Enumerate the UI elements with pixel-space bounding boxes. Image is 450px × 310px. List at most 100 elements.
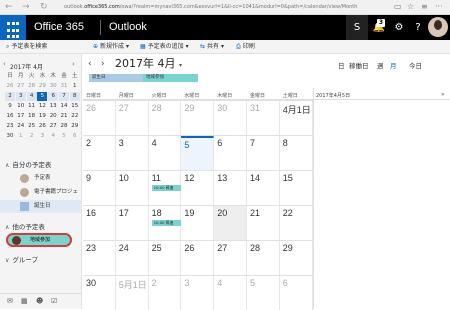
next-month-icon[interactable]: › xyxy=(101,59,105,69)
mini-day[interactable]: 7 xyxy=(58,92,69,101)
new-button[interactable]: ⊕ 新規作成 ▾ xyxy=(93,40,129,54)
mini-day[interactable]: 4 xyxy=(48,132,58,141)
mini-day[interactable]: 25 xyxy=(27,122,37,131)
day-cell[interactable]: 21 xyxy=(247,206,280,240)
allday-bar-birthday[interactable]: 誕生日 xyxy=(89,74,144,82)
mini-day[interactable]: 27 xyxy=(48,122,58,131)
skype-icon[interactable]: S xyxy=(346,15,368,40)
mini-day[interactable]: 23 xyxy=(5,122,15,131)
day-cell[interactable]: 31 xyxy=(247,101,280,135)
mini-day[interactable]: 9 xyxy=(5,102,15,111)
day-cell[interactable]: 24 xyxy=(116,241,149,275)
tasks-icon[interactable]: ☑ xyxy=(51,297,57,305)
mini-day[interactable]: 30 xyxy=(48,82,58,91)
mini-day[interactable]: 28 xyxy=(27,82,37,91)
view-week-button[interactable]: 週 xyxy=(377,60,384,70)
day-cell[interactable]: 3 xyxy=(116,136,149,170)
day-cell[interactable]: 7 xyxy=(247,136,280,170)
day-cell[interactable]: 26 xyxy=(83,101,116,135)
day-cell[interactable]: 9 xyxy=(83,171,116,205)
forward-icon[interactable]: → xyxy=(22,1,30,13)
calendar-event[interactable]: 10:00 昇進 xyxy=(151,185,181,191)
day-cell[interactable]: 3 xyxy=(181,276,215,310)
calendar-item[interactable]: 電子書籍プロジェクト xyxy=(0,186,82,208)
hub-icon[interactable]: ≡ xyxy=(421,2,428,12)
mini-day[interactable]: 27 xyxy=(16,82,26,91)
refresh-icon[interactable]: ↻ xyxy=(40,1,48,13)
groups-header[interactable]: ∨ グループ xyxy=(5,254,38,264)
day-cell[interactable]: 14 xyxy=(247,171,280,205)
app-launcher-icon[interactable] xyxy=(0,15,26,40)
mini-day[interactable]: 8 xyxy=(69,92,80,101)
user-avatar[interactable] xyxy=(428,17,448,37)
mini-day[interactable]: 26 xyxy=(37,122,47,131)
mini-day[interactable]: 3 xyxy=(37,132,47,141)
day-cell[interactable]: 28 xyxy=(149,101,182,135)
mini-next-icon[interactable]: › xyxy=(72,60,75,68)
day-cell[interactable]: 5月1日 xyxy=(116,276,149,310)
view-day-button[interactable]: 日 xyxy=(338,60,345,70)
day-cell[interactable]: 2 xyxy=(83,136,116,170)
day-cell[interactable]: 25 xyxy=(149,241,182,275)
day-cell[interactable]: 13 xyxy=(214,171,247,205)
day-cell[interactable]: 26 xyxy=(181,241,215,275)
day-cell[interactable]: 30 xyxy=(214,101,247,135)
mini-day[interactable]: 31 xyxy=(59,82,69,91)
mini-day[interactable]: 4 xyxy=(26,92,37,101)
day-cell[interactable]: 27 xyxy=(116,101,149,135)
day-cell[interactable]: 4月1日 xyxy=(280,101,313,135)
mini-prev-icon[interactable]: ‹ xyxy=(3,60,6,68)
day-cell[interactable]: 17 xyxy=(116,206,149,240)
day-cell[interactable]: 20 xyxy=(214,206,247,240)
day-cell[interactable]: 29 xyxy=(181,101,215,135)
mini-day[interactable]: 14 xyxy=(59,102,69,111)
mini-day[interactable]: 1 xyxy=(16,132,26,141)
day-cell[interactable]: 23 xyxy=(83,241,116,275)
day-cell[interactable]: 4 xyxy=(214,276,247,310)
day-cell[interactable]: 5 xyxy=(181,136,215,170)
mini-day[interactable]: 16 xyxy=(5,112,15,121)
mini-day[interactable]: 28 xyxy=(59,122,69,131)
day-cell[interactable]: 11 10:00 昇進 xyxy=(149,171,182,205)
mini-day[interactable]: 5 xyxy=(37,92,48,101)
mini-day[interactable]: 24 xyxy=(16,122,26,131)
day-cell[interactable]: 5 xyxy=(247,276,280,310)
reading-view-icon[interactable]: ▭ xyxy=(394,2,402,12)
mini-day[interactable]: 22 xyxy=(70,112,80,121)
day-cell[interactable]: 4 xyxy=(149,136,182,170)
calendar-icon[interactable]: ▦ xyxy=(21,297,28,305)
mini-day[interactable]: 26 xyxy=(5,82,15,91)
day-cell[interactable]: 12 xyxy=(181,171,215,205)
calendar-item[interactable]: 誕生日 xyxy=(0,200,82,213)
mini-day[interactable]: 5 xyxy=(59,132,69,141)
day-cell[interactable]: 15 xyxy=(280,171,313,205)
day-cell[interactable]: 6 xyxy=(280,276,313,310)
mini-day[interactable]: 18 xyxy=(27,112,37,121)
more-icon[interactable]: ··· xyxy=(435,2,443,12)
mini-day[interactable]: 29 xyxy=(37,82,47,91)
calendar-event[interactable]: 10:00 昇進 xyxy=(151,220,181,226)
day-cell[interactable]: 22 xyxy=(280,206,313,240)
mail-icon[interactable]: ✉ xyxy=(7,297,13,305)
mini-day[interactable]: 11 xyxy=(27,102,37,111)
mini-day[interactable]: 20 xyxy=(48,112,58,121)
view-workweek-button[interactable]: 稼働日 xyxy=(349,60,369,70)
mini-day[interactable]: 1 xyxy=(70,82,80,91)
allday-bar-region[interactable]: 地域参加 xyxy=(143,74,198,82)
search-calendar-button[interactable]: ⌕ 予定表を検索 xyxy=(6,40,47,54)
day-cell[interactable]: 29 xyxy=(280,241,313,275)
day-cell[interactable]: 30 xyxy=(83,276,116,310)
mini-day[interactable]: 6 xyxy=(48,92,59,101)
mini-day[interactable]: 15 xyxy=(70,102,80,111)
month-title[interactable]: 2017年 4月 ▾ xyxy=(115,57,182,73)
mini-day[interactable]: 3 xyxy=(15,92,26,101)
mini-day[interactable]: 29 xyxy=(70,122,80,131)
add-calendar-button[interactable]: ▦ 予定表の追加 ▾ xyxy=(140,40,189,54)
day-cell[interactable]: 8 xyxy=(280,136,313,170)
mini-day[interactable]: 10 xyxy=(16,102,26,111)
app-title[interactable]: Outlook xyxy=(109,20,147,35)
day-cell[interactable]: 10 xyxy=(116,171,149,205)
today-button[interactable]: 今日 xyxy=(409,60,422,70)
prev-month-icon[interactable]: ‹ xyxy=(88,59,92,69)
other-calendars-header[interactable]: ∧ 他の予定表 xyxy=(5,221,45,231)
